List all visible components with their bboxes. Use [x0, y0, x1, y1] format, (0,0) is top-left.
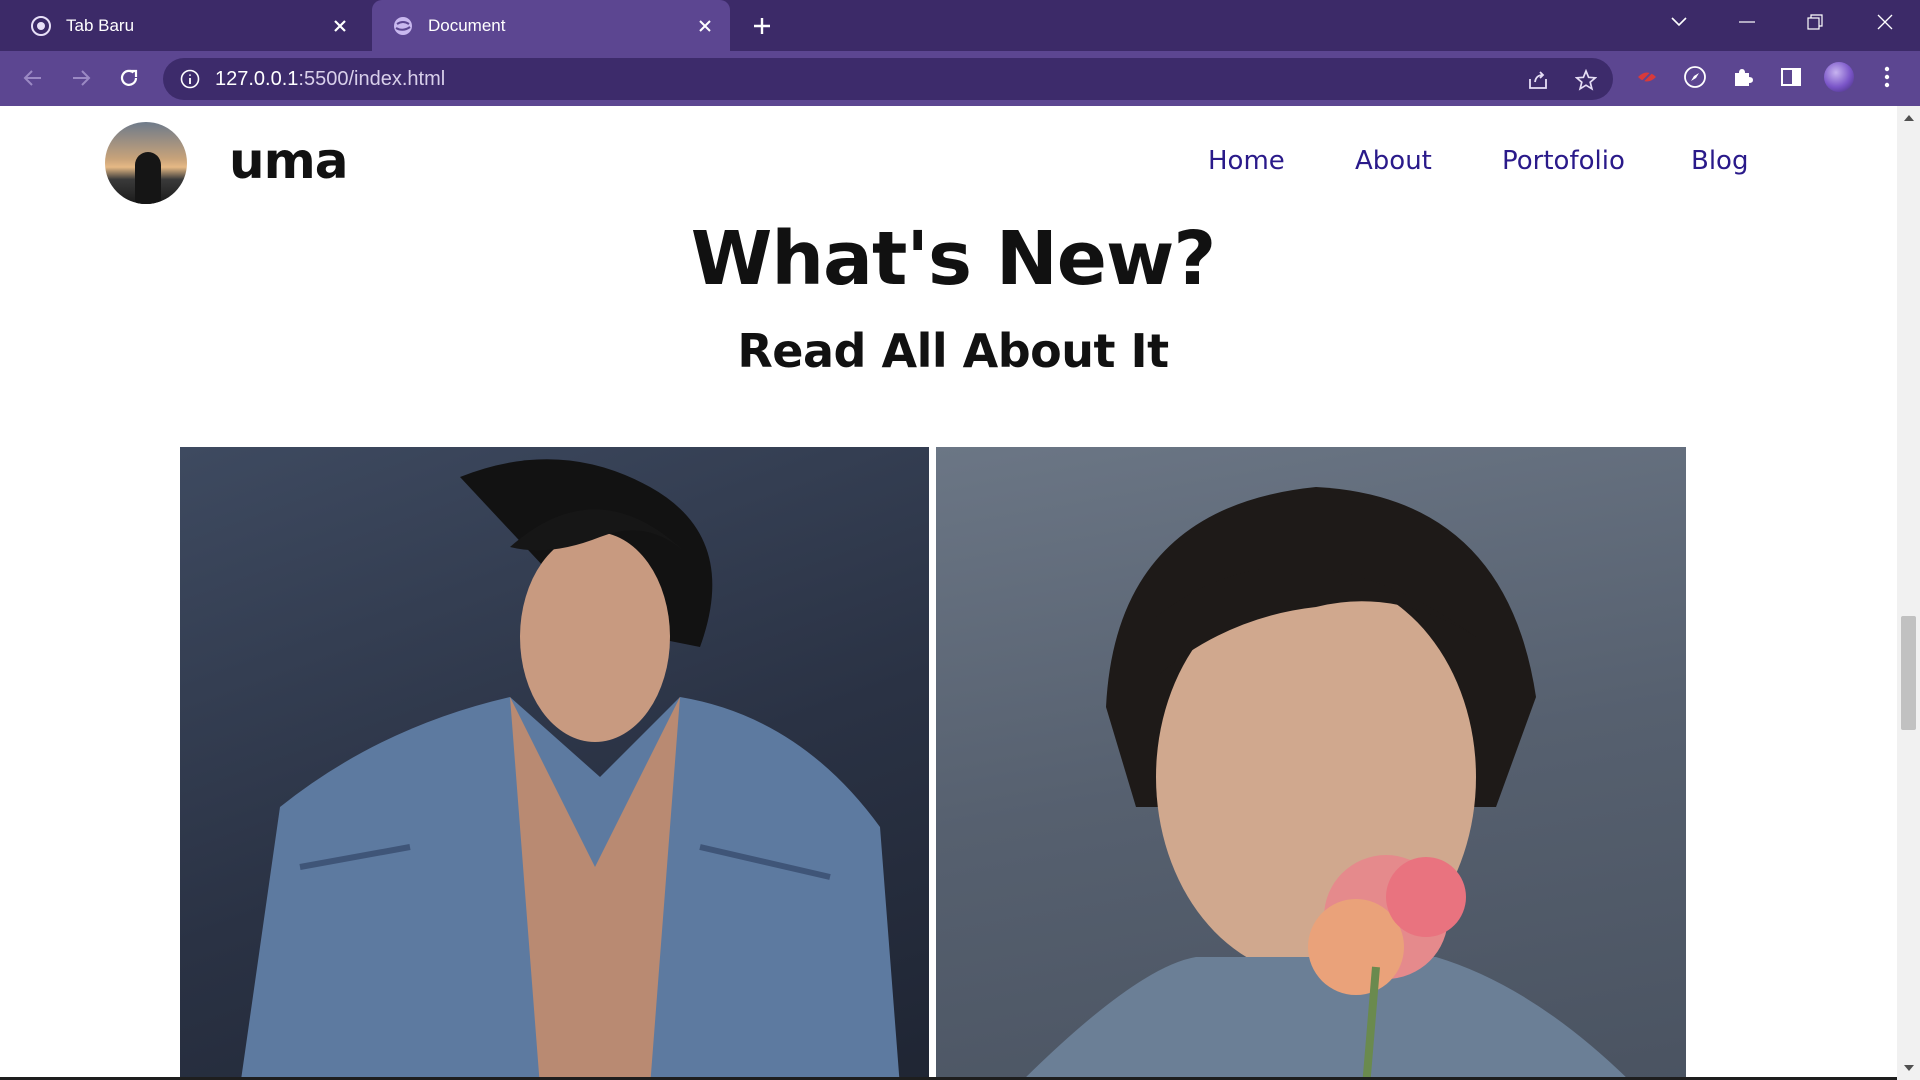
photo-flower-portrait: [936, 447, 1686, 1080]
scroll-up-icon[interactable]: [1897, 108, 1920, 128]
address-bar[interactable]: 127.0.0.1:5500/index.html: [163, 58, 1613, 100]
tab-new-tab[interactable]: Tab Baru: [10, 0, 365, 51]
close-window-icon[interactable]: [1856, 0, 1914, 44]
nav-portofolio[interactable]: Portofolio: [1502, 146, 1625, 176]
tab-label: Document: [428, 15, 506, 35]
compass-icon[interactable]: [1681, 63, 1709, 91]
page-subtitle: Read All About It: [737, 324, 1169, 378]
forward-icon[interactable]: [64, 61, 98, 95]
globe-icon: [392, 15, 414, 37]
chrome-icon: [30, 15, 52, 37]
scroll-down-icon[interactable]: [1897, 1058, 1920, 1078]
menu-kebab-icon[interactable]: [1873, 63, 1901, 91]
browser-toolbar: 127.0.0.1:5500/index.html: [0, 51, 1920, 106]
star-icon[interactable]: [1573, 67, 1599, 93]
site-navbar: uma Home About Portofolio Blog: [0, 106, 1897, 218]
tab-strip: Tab Baru Document: [0, 0, 1920, 51]
extensions-puzzle-icon[interactable]: [1729, 63, 1757, 91]
restore-icon[interactable]: [1786, 0, 1844, 44]
close-icon[interactable]: [694, 15, 716, 37]
page-scrollbar[interactable]: [1897, 106, 1920, 1080]
nav-blog[interactable]: Blog: [1691, 146, 1748, 176]
minimize-icon[interactable]: [1718, 0, 1776, 44]
logo-avatar[interactable]: [105, 122, 187, 204]
share-icon[interactable]: [1525, 67, 1551, 93]
nav-about[interactable]: About: [1355, 146, 1432, 176]
nav-home[interactable]: Home: [1208, 146, 1285, 176]
page-title: What's New?: [690, 216, 1217, 302]
tab-search-icon[interactable]: [1650, 0, 1708, 44]
close-icon[interactable]: [329, 15, 351, 37]
photo-denim-jacket: [180, 447, 929, 1080]
url-text: 127.0.0.1:5500/index.html: [215, 67, 446, 90]
site-info-icon[interactable]: [179, 68, 201, 90]
back-icon[interactable]: [16, 61, 50, 95]
profile-avatar[interactable]: [1824, 62, 1854, 92]
site-brand[interactable]: uma: [229, 132, 348, 190]
extension-red-icon[interactable]: [1633, 63, 1661, 91]
web-page: uma Home About Portofolio Blog What's Ne…: [0, 106, 1897, 1080]
tab-document[interactable]: Document: [372, 0, 730, 51]
side-panel-icon[interactable]: [1777, 63, 1805, 91]
reload-icon[interactable]: [112, 61, 146, 95]
scroll-thumb[interactable]: [1901, 616, 1916, 730]
new-tab-button[interactable]: [748, 12, 776, 40]
tab-label: Tab Baru: [66, 15, 135, 35]
